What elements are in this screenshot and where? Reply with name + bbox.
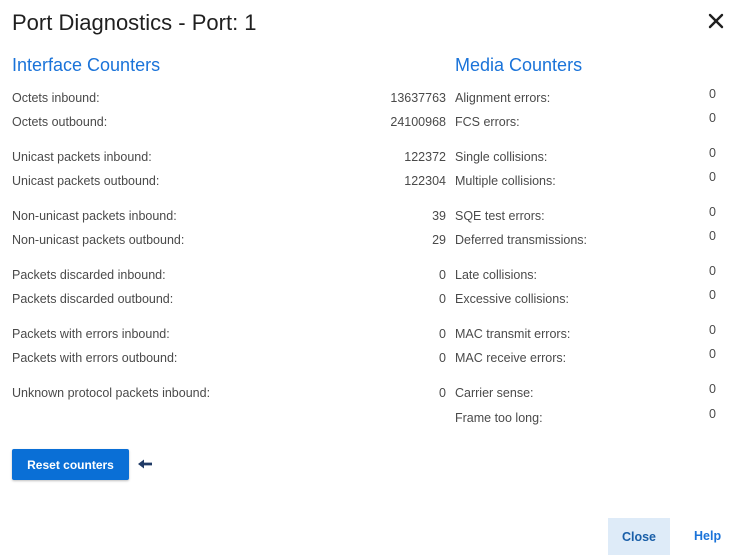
- counter-label: Packets discarded inbound:: [12, 268, 166, 282]
- counter-value: 122304: [404, 174, 446, 188]
- counter-label: Excessive collisions:: [455, 292, 569, 306]
- counter-value: 0: [709, 323, 716, 337]
- counter-value: 0: [439, 292, 446, 306]
- counter-value: 0: [709, 146, 716, 160]
- counter-value: 0: [709, 111, 716, 125]
- counter-label: Frame too long:: [455, 411, 543, 425]
- counter-value: 0: [709, 170, 716, 184]
- counter-value: 0: [709, 229, 716, 243]
- counter-value: 24100968: [390, 115, 446, 129]
- counter-label: SQE test errors:: [455, 209, 545, 223]
- counter-value: 0: [439, 351, 446, 365]
- counter-value: 122372: [404, 150, 446, 164]
- counter-label: Unknown protocol packets inbound:: [12, 386, 211, 400]
- counter-label: Octets outbound:: [12, 115, 108, 129]
- counter-label: Late collisions:: [455, 268, 537, 282]
- counter-label: Deferred transmissions:: [455, 233, 587, 247]
- counter-label: Packets with errors inbound:: [12, 327, 170, 341]
- counter-value: 0: [709, 347, 716, 361]
- arrow-left-icon: [138, 459, 152, 469]
- counter-label: Octets inbound:: [12, 91, 100, 105]
- counter-label: MAC receive errors:: [455, 351, 567, 365]
- counter-value: 0: [709, 87, 716, 101]
- counter-label: Non-unicast packets outbound:: [12, 233, 185, 247]
- counter-label: Carrier sense:: [455, 386, 534, 400]
- close-icon[interactable]: [703, 8, 729, 34]
- close-button[interactable]: Close: [608, 518, 670, 555]
- counter-label: Unicast packets outbound:: [12, 174, 160, 188]
- media-counters-heading: Media Counters: [455, 55, 583, 75]
- counter-value: 29: [432, 233, 446, 247]
- counter-label: FCS errors:: [455, 115, 520, 129]
- counter-value: 13637763: [390, 91, 446, 105]
- counter-label: Multiple collisions:: [455, 174, 556, 188]
- counter-label: Non-unicast packets inbound:: [12, 209, 177, 223]
- help-link[interactable]: Help: [694, 529, 721, 543]
- counter-value: 0: [439, 386, 446, 400]
- counter-label: Alignment errors:: [455, 91, 551, 105]
- counter-value: 0: [709, 264, 716, 278]
- counter-value: 0: [709, 382, 716, 396]
- counter-label: Packets discarded outbound:: [12, 292, 174, 306]
- counter-value: 0: [709, 205, 716, 219]
- counter-value: 0: [439, 327, 446, 341]
- reset-counters-button[interactable]: Reset counters: [12, 449, 129, 480]
- interface-counters-heading: Interface Counters: [12, 55, 161, 75]
- counter-value: 0: [709, 407, 716, 421]
- counter-label: MAC transmit errors:: [455, 327, 571, 341]
- counter-label: Packets with errors outbound:: [12, 351, 178, 365]
- counter-value: 39: [432, 209, 446, 223]
- counter-label: Unicast packets inbound:: [12, 150, 152, 164]
- counter-label: Single collisions:: [455, 150, 548, 164]
- counter-value: 0: [439, 268, 446, 282]
- page-title: Port Diagnostics - Port: 1: [12, 10, 257, 35]
- counter-value: 0: [709, 288, 716, 302]
